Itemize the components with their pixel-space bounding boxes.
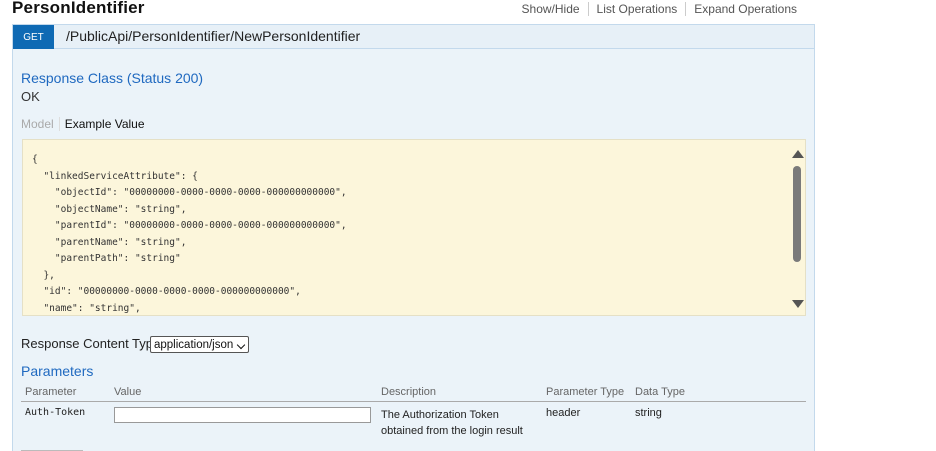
example-json: { "linkedServiceAttribute": { "objectId"… xyxy=(32,154,347,314)
response-content-type-label: Response Content Type xyxy=(21,336,161,351)
list-operations-link[interactable]: List Operations xyxy=(587,2,686,16)
column-header-description: Description xyxy=(381,386,437,398)
operation-panel: GET /PublicApi/PersonIdentifier/NewPerso… xyxy=(12,24,815,451)
tab-model[interactable]: Model xyxy=(21,117,60,131)
scroll-down-arrow-icon[interactable] xyxy=(792,300,804,308)
operation-path[interactable]: /PublicApi/PersonIdentifier/NewPersonIde… xyxy=(66,28,360,44)
scroll-thumb[interactable] xyxy=(793,166,801,262)
parameter-name: Auth-Token xyxy=(25,407,86,418)
example-value-box[interactable]: { "linkedServiceAttribute": { "objectId"… xyxy=(22,139,806,316)
parameter-description: The Authorization Token obtained from th… xyxy=(381,409,523,437)
chevron-down-icon xyxy=(236,340,246,350)
model-tabs: Model Example Value xyxy=(21,117,145,131)
parameters-title: Parameters xyxy=(21,363,94,379)
column-header-data-type: Data Type xyxy=(635,386,685,398)
column-header-value: Value xyxy=(114,386,142,398)
response-status-text: OK xyxy=(21,89,40,104)
response-content-type-value: application/json xyxy=(154,338,234,351)
column-header-parameter-type: Parameter Type xyxy=(546,386,625,398)
table-row: Auth-Token The Authorization Token obtai… xyxy=(21,403,806,443)
tab-example-value[interactable]: Example Value xyxy=(60,117,145,131)
show-hide-link[interactable]: Show/Hide xyxy=(514,2,588,16)
scrollbar[interactable] xyxy=(791,146,804,312)
scroll-up-arrow-icon[interactable] xyxy=(792,150,804,158)
operation-links: Show/Hide List Operations Expand Operati… xyxy=(514,2,805,16)
resource-title[interactable]: PersonIdentifier xyxy=(12,0,145,18)
response-content-type-select[interactable]: application/json xyxy=(150,336,249,353)
column-header-parameter: Parameter xyxy=(25,386,77,398)
expand-operations-link[interactable]: Expand Operations xyxy=(685,2,805,16)
operation-heading[interactable]: GET /PublicApi/PersonIdentifier/NewPerso… xyxy=(13,25,814,49)
parameter-type: header xyxy=(546,407,581,419)
response-class-title: Response Class (Status 200) xyxy=(21,70,204,86)
http-method-badge[interactable]: GET xyxy=(13,25,54,49)
auth-token-input[interactable] xyxy=(114,407,371,423)
parameters-table-header: Parameter Value Description Parameter Ty… xyxy=(21,384,806,402)
parameter-data-type: string xyxy=(635,407,662,419)
